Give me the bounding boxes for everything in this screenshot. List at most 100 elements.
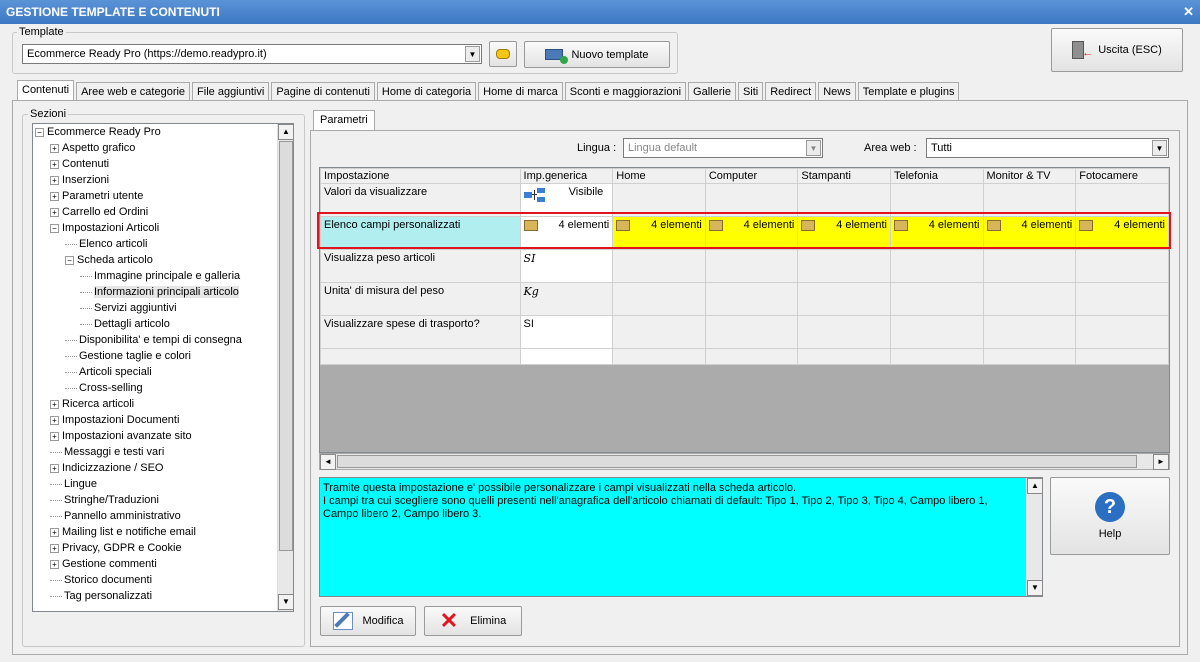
empty-cell[interactable] [982, 183, 1077, 217]
tree-item[interactable]: Informazioni principali articolo [33, 284, 293, 300]
col-header[interactable]: Stampanti [797, 168, 891, 184]
col-header[interactable]: Home [612, 168, 706, 184]
template-select[interactable]: Ecommerce Ready Pro (https://demo.readyp… [22, 44, 482, 64]
exit-button[interactable]: ← Uscita (ESC) [1051, 28, 1183, 72]
description-scrollbar[interactable]: ▲ ▼ [1026, 478, 1043, 596]
empty-cell[interactable] [704, 249, 799, 283]
computer-cell[interactable]: 4 elementi [704, 216, 799, 250]
empty-cell[interactable] [982, 282, 1077, 316]
expand-icon[interactable]: + [50, 159, 59, 169]
tree-item[interactable]: + Inserzioni [33, 172, 293, 188]
table-row-selected[interactable]: Elenco campi personalizzati 4 elementi 4… [320, 216, 1169, 250]
modifica-button[interactable]: Modifica [320, 606, 416, 636]
tab-aree-web[interactable]: Aree web e categorie [76, 82, 191, 101]
empty-cell[interactable] [612, 183, 706, 217]
tree-item[interactable]: + Parametri utente [33, 188, 293, 204]
empty-cell[interactable] [704, 282, 799, 316]
tree-item[interactable]: Gestione taglie e colori [33, 348, 293, 364]
row-label[interactable] [320, 348, 521, 365]
empty-cell[interactable] [797, 282, 891, 316]
tree-item[interactable]: Lingue [33, 476, 293, 492]
tree-item[interactable]: Pannello amministrativo [33, 508, 293, 524]
help-button[interactable]: ? Help [1050, 477, 1170, 555]
tree-item[interactable]: Dettagli articolo [33, 316, 293, 332]
home-cell[interactable]: 4 elementi [612, 216, 706, 250]
empty-cell[interactable] [889, 315, 984, 349]
generic-cell[interactable]: Kg [519, 282, 614, 316]
generic-cell[interactable]: SI [519, 249, 614, 283]
scroll-up-icon[interactable]: ▲ [1027, 478, 1043, 494]
scroll-thumb[interactable] [279, 141, 293, 551]
lingua-select[interactable]: Lingua default ▼ [623, 138, 823, 158]
empty-cell[interactable] [612, 348, 706, 365]
empty-cell[interactable] [889, 249, 984, 283]
tree-item[interactable]: − Scheda articolo [33, 252, 293, 268]
generic-cell[interactable]: SI [519, 315, 614, 349]
generic-cell[interactable]: Visibile [519, 183, 614, 217]
col-header[interactable]: Imp.generica [519, 168, 614, 184]
tab-sconti[interactable]: Sconti e maggiorazioni [564, 82, 687, 101]
empty-cell[interactable] [982, 249, 1077, 283]
empty-cell[interactable] [889, 183, 984, 217]
elimina-button[interactable]: ✕ Elimina [424, 606, 522, 636]
expand-icon[interactable]: + [50, 463, 59, 473]
sections-tree[interactable]: − Ecommerce Ready Pro + Aspetto grafico + Con… [32, 123, 294, 612]
col-header[interactable]: Impostazione [320, 168, 521, 184]
empty-cell[interactable] [1075, 249, 1169, 283]
row-label[interactable]: Unita' di misura del peso [320, 282, 521, 316]
empty-cell[interactable] [797, 183, 891, 217]
collapse-icon[interactable]: − [65, 255, 74, 265]
table-row[interactable]: Visualizzare spese di trasporto? SI [320, 315, 1169, 349]
tab-pagine-contenuti[interactable]: Pagine di contenuti [271, 82, 375, 101]
tree-scrollbar[interactable]: ▲ ▼ [277, 124, 294, 611]
expand-icon[interactable]: + [50, 175, 59, 185]
tree-item[interactable]: Storico documenti [33, 572, 293, 588]
tree-item[interactable]: + Privacy, GDPR e Cookie [33, 540, 293, 556]
expand-icon[interactable]: + [50, 559, 59, 569]
tab-contenuti[interactable]: Contenuti [17, 80, 75, 101]
generic-cell[interactable]: 4 elementi [519, 216, 614, 250]
row-label[interactable]: Valori da visualizzare [320, 183, 521, 217]
empty-cell[interactable] [612, 282, 706, 316]
stampanti-cell[interactable]: 4 elementi [797, 216, 891, 250]
tree-item[interactable]: Elenco articoli [33, 236, 293, 252]
empty-cell[interactable] [889, 348, 984, 365]
settings-grid[interactable]: Impostazione Imp.generica Home Computer … [319, 167, 1170, 453]
empty-cell[interactable] [1075, 315, 1169, 349]
tree-item[interactable]: Cross-selling [33, 380, 293, 396]
table-row[interactable] [320, 348, 1169, 365]
scroll-down-icon[interactable]: ▼ [1027, 580, 1043, 596]
tab-home-categoria[interactable]: Home di categoria [376, 82, 477, 101]
tree-item[interactable]: Tag personalizzati [33, 588, 293, 604]
empty-cell[interactable] [612, 315, 706, 349]
empty-cell[interactable] [704, 315, 799, 349]
expand-icon[interactable]: + [50, 207, 59, 217]
tree-item[interactable]: + Impostazioni Documenti [33, 412, 293, 428]
area-select[interactable]: Tutti ▼ [926, 138, 1169, 158]
empty-cell[interactable] [797, 249, 891, 283]
expand-icon[interactable]: + [50, 415, 59, 425]
tab-home-marca[interactable]: Home di marca [478, 82, 563, 101]
tab-redirect[interactable]: Redirect [765, 82, 817, 101]
open-template-button[interactable] [489, 41, 517, 67]
empty-cell[interactable] [1075, 348, 1169, 365]
expand-icon[interactable]: + [50, 431, 59, 441]
col-header[interactable]: Fotocamere [1075, 168, 1169, 184]
fotocamere-cell[interactable]: 4 elementi [1075, 216, 1169, 250]
tree-item[interactable]: Stringhe/Traduzioni [33, 492, 293, 508]
empty-cell[interactable] [704, 348, 799, 365]
close-icon[interactable]: ✕ [1183, 4, 1194, 20]
new-template-button[interactable]: Nuovo template [524, 41, 670, 68]
tab-template-plugins[interactable]: Template e plugins [857, 82, 960, 101]
monitor-tv-cell[interactable]: 4 elementi [982, 216, 1077, 250]
tree-item[interactable]: + Indicizzazione / SEO [33, 460, 293, 476]
col-header[interactable]: Monitor & TV [982, 168, 1077, 184]
empty-cell[interactable] [982, 348, 1077, 365]
tree-item[interactable]: Disponibilita' e tempi di consegna [33, 332, 293, 348]
tree-item[interactable]: − Ecommerce Ready Pro [33, 124, 293, 140]
row-label[interactable]: Visualizza peso articoli [320, 249, 521, 283]
row-label[interactable]: Elenco campi personalizzati [320, 216, 521, 250]
table-row[interactable]: Valori da visualizzare Visibile [320, 183, 1169, 217]
tree-item[interactable]: Articoli speciali [33, 364, 293, 380]
col-header[interactable]: Telefonia [889, 168, 984, 184]
